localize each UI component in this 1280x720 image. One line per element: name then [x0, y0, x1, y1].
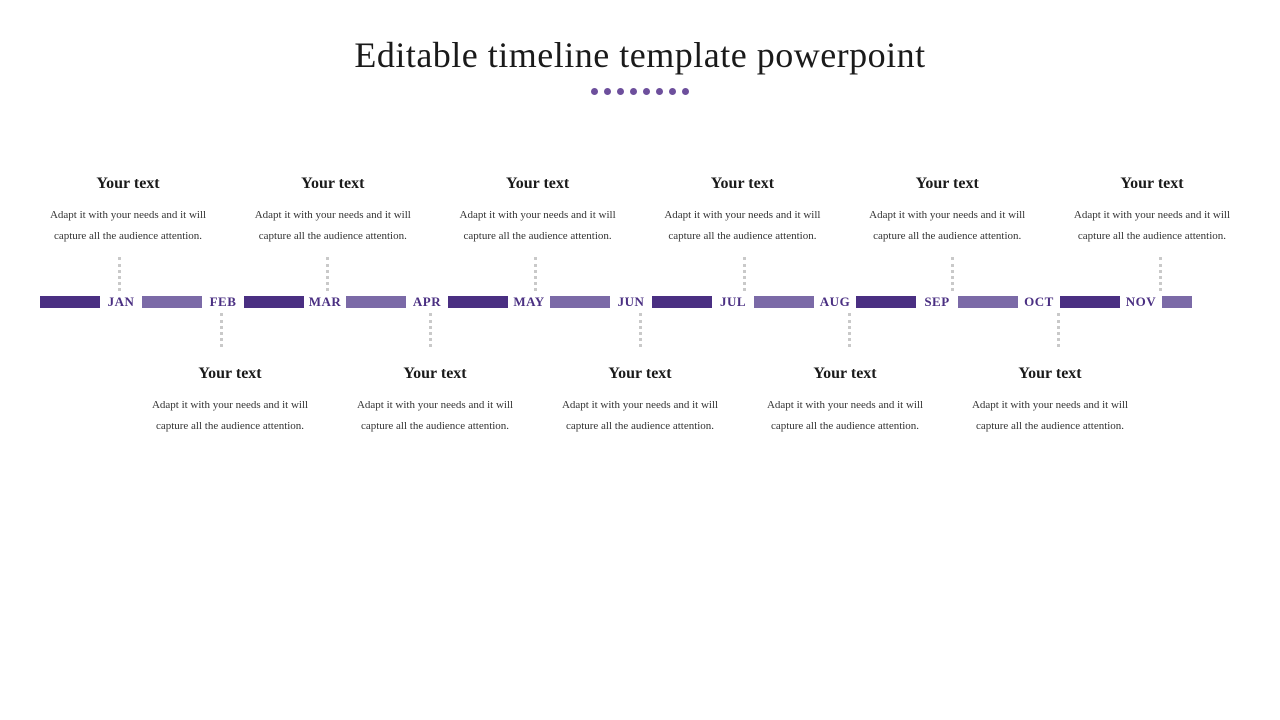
month-label: JAN [100, 294, 142, 310]
axis-segment [550, 296, 610, 308]
axis-segment [856, 296, 916, 308]
month-label: JUN [610, 294, 652, 310]
timeline-entry: Your text Adapt it with your needs and i… [345, 365, 525, 437]
connector-line [326, 257, 329, 291]
entry-body: Adapt it with your needs and it will cap… [1062, 205, 1242, 247]
connector-line [951, 257, 954, 291]
entry-body: Adapt it with your needs and it will cap… [652, 205, 832, 247]
timeline-entry: Your text Adapt it with your needs and i… [140, 365, 320, 437]
axis-segment [244, 296, 304, 308]
axis-segment [1060, 296, 1120, 308]
month-label: OCT [1018, 294, 1060, 310]
entry-body: Adapt it with your needs and it will cap… [345, 395, 525, 437]
timeline-entry: Your text Adapt it with your needs and i… [550, 365, 730, 437]
top-entries: Your text Adapt it with your needs and i… [0, 175, 1280, 247]
entry-title: Your text [140, 365, 320, 383]
entry-body: Adapt it with your needs and it will cap… [38, 205, 218, 247]
month-label: MAR [304, 294, 346, 310]
month-label: APR [406, 294, 448, 310]
entry-body: Adapt it with your needs and it will cap… [755, 395, 935, 437]
timeline-entry: Your text Adapt it with your needs and i… [755, 365, 935, 437]
axis-segment [1162, 296, 1192, 308]
axis-segment [142, 296, 202, 308]
month-label: MAY [508, 294, 550, 310]
title-decorative-dots [0, 82, 1280, 100]
bottom-entries: Your text Adapt it with your needs and i… [0, 365, 1280, 437]
connector-line [118, 257, 121, 291]
entry-title: Your text [243, 175, 423, 193]
top-connectors [0, 257, 1280, 291]
month-label: FEB [202, 294, 244, 310]
connector-line [743, 257, 746, 291]
timeline-entry: Your text Adapt it with your needs and i… [38, 175, 218, 247]
timeline-entry: Your text Adapt it with your needs and i… [857, 175, 1037, 247]
month-axis: JAN FEB MAR APR MAY JUN JUL AUG SEP OCT … [0, 293, 1280, 311]
month-label: NOV [1120, 294, 1162, 310]
entry-title: Your text [345, 365, 525, 383]
connector-line [1159, 257, 1162, 291]
timeline-entry: Your text Adapt it with your needs and i… [1062, 175, 1242, 247]
entry-body: Adapt it with your needs and it will cap… [140, 395, 320, 437]
connector-line [220, 313, 223, 347]
month-label: AUG [814, 294, 856, 310]
connector-line [429, 313, 432, 347]
connector-line [639, 313, 642, 347]
entry-body: Adapt it with your needs and it will cap… [243, 205, 423, 247]
axis-segment [754, 296, 814, 308]
axis-segment [346, 296, 406, 308]
connector-line [1057, 313, 1060, 347]
connector-line [848, 313, 851, 347]
entry-body: Adapt it with your needs and it will cap… [960, 395, 1140, 437]
entry-title: Your text [857, 175, 1037, 193]
entry-title: Your text [550, 365, 730, 383]
entry-title: Your text [448, 175, 628, 193]
timeline-entry: Your text Adapt it with your needs and i… [448, 175, 628, 247]
bottom-connectors [0, 313, 1280, 347]
timeline-entry: Your text Adapt it with your needs and i… [960, 365, 1140, 437]
axis-segment [448, 296, 508, 308]
timeline: Your text Adapt it with your needs and i… [0, 175, 1280, 437]
slide-title: Editable timeline template powerpoint [0, 0, 1280, 76]
axis-segment [958, 296, 1018, 308]
axis-segment [40, 296, 100, 308]
entry-body: Adapt it with your needs and it will cap… [857, 205, 1037, 247]
entry-body: Adapt it with your needs and it will cap… [448, 205, 628, 247]
connector-line [534, 257, 537, 291]
entry-title: Your text [38, 175, 218, 193]
axis-segment [652, 296, 712, 308]
month-label: SEP [916, 294, 958, 310]
entry-title: Your text [960, 365, 1140, 383]
entry-body: Adapt it with your needs and it will cap… [550, 395, 730, 437]
entry-title: Your text [652, 175, 832, 193]
month-label: JUL [712, 294, 754, 310]
timeline-entry: Your text Adapt it with your needs and i… [652, 175, 832, 247]
entry-title: Your text [1062, 175, 1242, 193]
timeline-entry: Your text Adapt it with your needs and i… [243, 175, 423, 247]
entry-title: Your text [755, 365, 935, 383]
